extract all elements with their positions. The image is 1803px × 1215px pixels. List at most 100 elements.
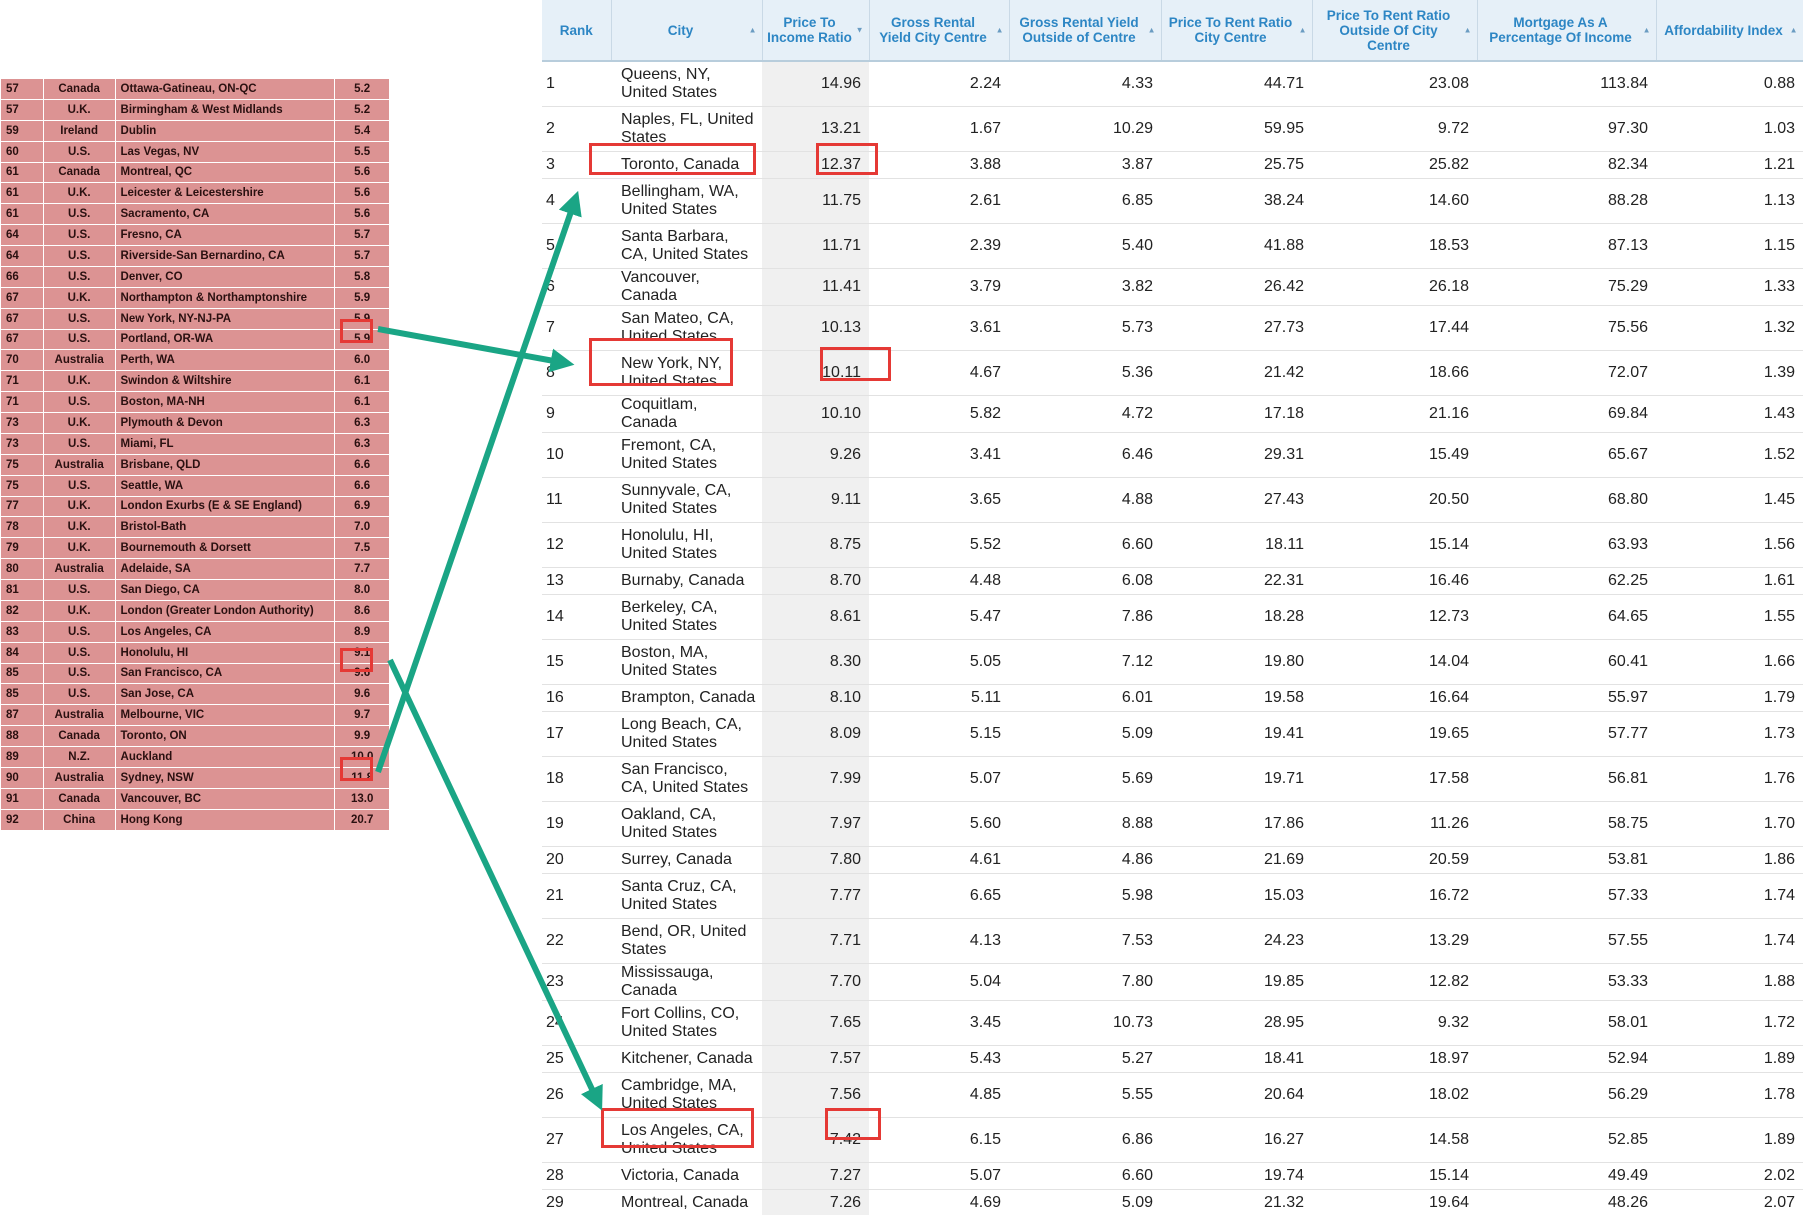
rank-cell: 10	[542, 432, 611, 478]
left-table-row: 87 Australia Melbourne, VIC 9.7	[0, 704, 390, 727]
price-rent-centre-cell: 28.95	[1161, 1000, 1312, 1046]
gross-yield-centre-cell: 4.69	[869, 1189, 1009, 1215]
gross-yield-centre-cell: 1.67	[869, 106, 1009, 152]
table-row: 13 Burnaby, Canada 8.70 4.48 6.08 22.31 16.46 6…	[542, 567, 1803, 595]
left-table-row: 75 U.S. Seattle, WA 6.6	[0, 474, 390, 497]
header-gross-yield-outside[interactable]: Gross Rental Yield Outside of Centre ▲	[1009, 0, 1162, 62]
price-rent-centre-cell: 19.58	[1161, 684, 1312, 712]
city-cell[interactable]: Fort Collins, CO, United States	[611, 1000, 762, 1046]
left-country-cell: U.K.	[42, 286, 116, 309]
price-rent-centre-cell: 29.31	[1161, 432, 1312, 478]
city-cell[interactable]: Victoria, Canada	[611, 1162, 762, 1190]
city-cell[interactable]: San Francisco, CA, United States	[611, 756, 762, 802]
rank-cell: 13	[542, 567, 611, 595]
sort-toggle-icon[interactable]: ▲	[1643, 23, 1651, 38]
header-mortgage-pct[interactable]: Mortgage As A Percentage Of Income ▲	[1477, 0, 1657, 62]
sort-toggle-icon[interactable]: ▲	[996, 23, 1004, 38]
left-country-cell: U.S.	[42, 203, 116, 226]
sort-toggle-icon[interactable]: ▲	[1790, 23, 1798, 38]
price-rent-outside-cell: 16.64	[1312, 684, 1477, 712]
price-rent-centre-cell: 17.18	[1161, 395, 1312, 433]
city-cell[interactable]: Santa Barbara, CA, United States	[611, 223, 762, 269]
city-cell[interactable]: Mississauga, Canada	[611, 963, 762, 1001]
city-cell[interactable]: Fremont, CA, United States	[611, 432, 762, 478]
left-table-row: 67 U.S. Portland, OR-WA 5.9	[0, 328, 390, 351]
mortgage-pct-cell: 72.07	[1477, 350, 1656, 396]
affordability-cell: 1.55	[1656, 594, 1803, 640]
left-rank-cell: 87	[0, 704, 44, 727]
city-cell[interactable]: Bend, OR, United States	[611, 918, 762, 964]
left-city-cell: London Exurbs (E & SE England)	[114, 495, 336, 518]
left-city-cell: Northampton & Northamptonshire	[114, 286, 336, 309]
header-price-to-income[interactable]: Price To Income Ratio ▼	[762, 0, 870, 62]
header-rank[interactable]: Rank	[542, 0, 612, 62]
header-price-rent-outside[interactable]: Price To Rent Ratio Outside Of City Cent…	[1312, 0, 1478, 62]
city-cell[interactable]: Kitchener, Canada	[611, 1045, 762, 1073]
sort-toggle-icon[interactable]: ▲	[1464, 23, 1472, 38]
gross-yield-centre-cell: 5.47	[869, 594, 1009, 640]
affordability-cell: 1.88	[1656, 963, 1803, 1001]
header-label: Price To Income Ratio	[767, 15, 852, 45]
price-to-income-cell: 7.80	[762, 846, 869, 874]
table-row: 14 Berkeley, CA, United States 8.61 5.47 7.8…	[542, 594, 1803, 640]
left-rank-cell: 60	[0, 140, 44, 163]
price-rent-centre-cell: 17.86	[1161, 801, 1312, 847]
header-price-rent-centre[interactable]: Price To Rent Ratio City Centre ▲	[1161, 0, 1313, 62]
header-gross-yield-centre[interactable]: Gross Rental Yield City Centre ▲	[869, 0, 1010, 62]
price-rent-outside-cell: 16.46	[1312, 567, 1477, 595]
price-to-income-cell: 8.70	[762, 567, 869, 595]
left-rank-cell: 75	[0, 453, 44, 476]
header-city[interactable]: City ▲	[611, 0, 763, 62]
city-cell[interactable]: Coquitlam, Canada	[611, 395, 762, 433]
affordability-cell: 2.07	[1656, 1189, 1803, 1215]
left-rank-cell: 79	[0, 537, 44, 560]
city-cell[interactable]: Santa Cruz, CA, United States	[611, 873, 762, 919]
left-city-cell: Bristol-Bath	[114, 516, 336, 539]
left-country-cell: U.S.	[42, 683, 116, 706]
left-country-cell: U.S.	[42, 620, 116, 643]
city-cell[interactable]: Berkeley, CA, United States	[611, 594, 762, 640]
rank-cell: 24	[542, 1000, 611, 1046]
affordability-cell: 1.70	[1656, 801, 1803, 847]
left-table-row: 79 U.K. Bournemouth & Dorsett 7.5	[0, 537, 390, 560]
price-rent-outside-cell: 18.53	[1312, 223, 1477, 269]
left-country-cell: Australia	[42, 704, 116, 727]
mortgage-pct-cell: 69.84	[1477, 395, 1656, 433]
city-cell[interactable]: Long Beach, CA, United States	[611, 711, 762, 757]
gross-yield-centre-cell: 5.82	[869, 395, 1009, 433]
city-cell[interactable]: Oakland, CA, United States	[611, 801, 762, 847]
gross-yield-centre-cell: 3.45	[869, 1000, 1009, 1046]
left-city-cell: Dublin	[114, 119, 336, 142]
mortgage-pct-cell: 48.26	[1477, 1189, 1656, 1215]
city-cell[interactable]: Honolulu, HI, United States	[611, 522, 762, 568]
price-rent-outside-cell: 11.26	[1312, 801, 1477, 847]
gross-yield-centre-cell: 5.11	[869, 684, 1009, 712]
sort-desc-icon[interactable]: ▼	[856, 23, 864, 38]
left-table-row: 59 Ireland Dublin 5.4	[0, 119, 390, 142]
sort-toggle-icon[interactable]: ▲	[1299, 23, 1307, 38]
city-cell[interactable]: Bellingham, WA, United States	[611, 178, 762, 224]
table-row: 12 Honolulu, HI, United States 8.75 5.52 6.6…	[542, 522, 1803, 568]
highlight-box-right-newyork-city	[589, 338, 733, 386]
city-cell[interactable]: Sunnyvale, CA, United States	[611, 477, 762, 523]
left-country-cell: Australia	[42, 453, 116, 476]
affordability-cell: 1.56	[1656, 522, 1803, 568]
affordability-cell: 0.88	[1656, 61, 1803, 107]
left-table-row: 60 U.S. Las Vegas, NV 5.5	[0, 140, 390, 163]
header-affordability[interactable]: Affordability Index ▲	[1656, 0, 1803, 62]
city-cell[interactable]: Vancouver, Canada	[611, 268, 762, 306]
city-cell[interactable]: Burnaby, Canada	[611, 567, 762, 595]
city-cell[interactable]: Brampton, Canada	[611, 684, 762, 712]
city-cell[interactable]: Boston, MA, United States	[611, 639, 762, 685]
price-rent-outside-cell: 18.66	[1312, 350, 1477, 396]
left-value-cell: 5.6	[334, 203, 390, 226]
city-cell[interactable]: Surrey, Canada	[611, 846, 762, 874]
left-table-row: 90 Australia Sydney, NSW 11.8	[0, 766, 390, 789]
sort-toggle-icon[interactable]: ▲	[1148, 23, 1156, 38]
gross-yield-centre-cell: 5.07	[869, 756, 1009, 802]
gross-yield-centre-cell: 5.52	[869, 522, 1009, 568]
city-cell[interactable]: Queens, NY, United States	[611, 61, 762, 107]
gross-yield-centre-cell: 5.07	[869, 1162, 1009, 1190]
city-cell[interactable]: Montreal, Canada	[611, 1189, 762, 1215]
sort-toggle-icon[interactable]: ▲	[749, 23, 757, 38]
